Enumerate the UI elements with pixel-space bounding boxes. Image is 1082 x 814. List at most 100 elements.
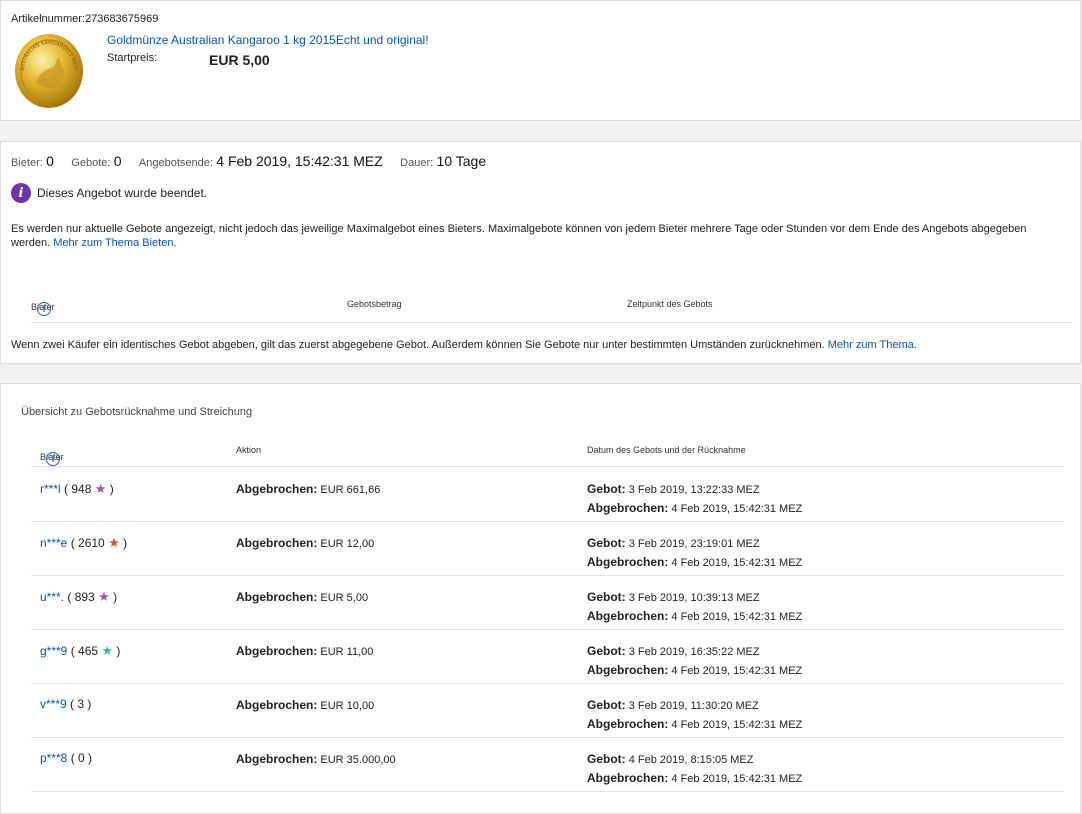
auction-stats: Bieter: 0 Gebote: 0 Angebotsende: 4 Feb … — [11, 153, 500, 169]
bid-amount: EUR 12,00 — [320, 538, 375, 550]
item-number: Artikelnummer:273683675969 — [11, 13, 158, 25]
bid-date: 4 Feb 2019, 8:15:05 MEZ — [628, 754, 754, 766]
bidder-link[interactable]: n***e — [40, 536, 67, 550]
feedback-score-value: 465 — [78, 644, 99, 658]
feedback-star-icon: ★ — [108, 535, 120, 550]
bid-date-label: Gebot: — [587, 536, 626, 550]
dates-cell: Gebot: 3 Feb 2019, 10:39:13 MEZ Abgebroch… — [587, 588, 802, 626]
retract-date-label: Abgebrochen: — [587, 771, 669, 785]
bid-date-line: Gebot: 3 Feb 2019, 11:30:20 MEZ — [587, 696, 802, 715]
bid-date-line: Gebot: 3 Feb 2019, 23:19:01 MEZ — [587, 534, 802, 553]
retract-date-line: Abgebrochen: 4 Feb 2019, 15:42:31 MEZ — [587, 769, 802, 788]
bid-date-label: Gebot: — [587, 698, 626, 712]
feedback-score-value: 3 — [77, 697, 85, 711]
bid-date-line: Gebot: 4 Feb 2019, 8:15:05 MEZ — [587, 750, 802, 769]
info-badge-icon: i — [11, 183, 31, 203]
identical-bid-note: Wenn zwei Käufer ein identisches Gebot a… — [11, 339, 917, 351]
more-about-bidding-link[interactable]: Mehr zum Thema Bieten. — [53, 237, 176, 249]
bids-count: 0 — [113, 153, 122, 169]
action-cell: Abgebrochen: EUR 35.000,00 — [236, 752, 396, 766]
bid-amount: EUR 10,00 — [320, 700, 375, 712]
bidders-count: 0 — [46, 153, 54, 169]
info-circle-icon[interactable]: i — [37, 302, 51, 316]
action-cell: Abgebrochen: EUR 11,00 — [236, 644, 373, 658]
feedback-star-icon: ★ — [94, 481, 107, 496]
feedback-score[interactable]: ( 948 ★ ) — [61, 481, 114, 496]
retract-date: 4 Feb 2019, 15:42:31 MEZ — [671, 719, 803, 731]
feedback-score[interactable]: ( 2610 ★ ) — [67, 535, 127, 550]
action-label: Abgebrochen: — [236, 752, 318, 766]
bid-date-line: Gebot: 3 Feb 2019, 13:22:33 MEZ — [587, 480, 802, 499]
retract-date-label: Abgebrochen: — [587, 501, 669, 515]
dates-cell: Gebot: 3 Feb 2019, 23:19:01 MEZ Abgebroch… — [587, 534, 802, 572]
retract-date-label: Abgebrochen: — [587, 663, 669, 677]
duration-label: Dauer: — [400, 157, 434, 169]
table-row: u***. ( 893 ★ ) Abgebrochen: EUR 5,00 Gebo… — [31, 575, 1063, 630]
retract-date-line: Abgebrochen: 4 Feb 2019, 15:42:31 MEZ — [587, 715, 802, 734]
duration-value: 10 Tage — [436, 153, 487, 169]
identical-bid-text: Wenn zwei Käufer ein identisches Gebot a… — [11, 339, 825, 351]
item-title-link[interactable]: Goldmünze Australian Kangaroo 1 kg 2015E… — [107, 33, 429, 47]
retraction-overview-card: Übersicht zu Gebotsrücknahme und Streich… — [0, 383, 1081, 814]
bid-date-label: Gebot: — [587, 644, 626, 658]
action-label: Abgebrochen: — [236, 590, 318, 604]
bidder-cell: v***9 ( 3 ) — [40, 697, 91, 711]
feedback-star-icon: ★ — [101, 643, 114, 658]
bidders-label: Bieter: — [11, 157, 43, 169]
table-row: n***e ( 2610 ★ ) Abgebrochen: EUR 12,00 Ge… — [31, 521, 1063, 576]
feedback-score[interactable]: ( 3 ) — [67, 697, 91, 711]
bid-date-label: Gebot: — [587, 590, 626, 604]
feedback-score[interactable]: ( 893 ★ ) — [64, 589, 117, 604]
bid-amount: EUR 661,66 — [320, 484, 381, 496]
col-time: Zeitpunkt des Gebots — [627, 299, 713, 309]
retract-date: 4 Feb 2019, 15:42:31 MEZ — [671, 773, 803, 785]
bid-amount: EUR 35.000,00 — [320, 754, 396, 766]
item-number-label: Artikelnummer: — [11, 13, 85, 25]
action-label: Abgebrochen: — [236, 482, 318, 496]
gold-coin-image[interactable]: AUSTRALIAN KANGAROO 1 KILO 2015 — [14, 31, 84, 109]
bidder-link[interactable]: v***9 — [40, 697, 67, 711]
info-circle-icon[interactable]: i — [46, 452, 60, 466]
feedback-score[interactable]: ( 465 ★ ) — [67, 643, 121, 658]
feedback-score-value: 893 — [74, 590, 95, 604]
retract-date: 4 Feb 2019, 15:42:31 MEZ — [671, 503, 803, 515]
dates-cell: Gebot: 3 Feb 2019, 13:22:33 MEZ Abgebroch… — [587, 480, 802, 518]
bidder-link[interactable]: r***l — [40, 482, 61, 496]
bid-amount: EUR 5,00 — [320, 592, 369, 604]
bidder-link[interactable]: p***8 — [40, 751, 67, 765]
start-price-label: Startpreis: — [107, 52, 158, 64]
bidder-cell: u***. ( 893 ★ ) — [40, 589, 117, 605]
col-amount: Gebotsbetrag — [347, 299, 402, 309]
dates-cell: Gebot: 3 Feb 2019, 11:30:20 MEZ Abgebroch… — [587, 696, 802, 734]
bid-date: 3 Feb 2019, 16:35:22 MEZ — [628, 646, 760, 658]
start-price-value: EUR 5,00 — [209, 52, 270, 68]
bids-table-header: Bieter i Gebotsbetrag Zeitpunkt des Gebot… — [31, 296, 1071, 323]
feedback-score-value: 0 — [78, 751, 85, 765]
feedback-score[interactable]: ( 0 ) — [67, 751, 92, 765]
retract-date-line: Abgebrochen: 4 Feb 2019, 15:42:31 MEZ — [587, 499, 802, 518]
bid-date: 3 Feb 2019, 13:22:33 MEZ — [628, 484, 760, 496]
feedback-star-icon: ★ — [98, 589, 110, 604]
bid-amount: EUR 11,00 — [320, 646, 374, 658]
table-row: g***9 ( 465 ★ ) Abgebrochen: EUR 11,00 Geb… — [31, 629, 1063, 684]
retract-date-label: Abgebrochen: — [587, 609, 669, 623]
bidder-cell: n***e ( 2610 ★ ) — [40, 535, 127, 551]
action-cell: Abgebrochen: EUR 10,00 — [236, 698, 374, 712]
bid-history-card: Bieter: 0 Gebote: 0 Angebotsende: 4 Feb … — [0, 141, 1081, 364]
bidder-link[interactable]: g***9 — [40, 644, 67, 658]
retraction-title: Übersicht zu Gebotsrücknahme und Streich… — [21, 406, 253, 418]
action-cell: Abgebrochen: EUR 12,00 — [236, 536, 374, 550]
ended-text: Dieses Angebot wurde beendet. — [37, 186, 208, 200]
bidder-cell: r***l ( 948 ★ ) — [40, 481, 114, 497]
more-about-topic-link[interactable]: Mehr zum Thema. — [828, 339, 917, 351]
end-value: 4 Feb 2019, 15:42:31 MEZ — [216, 153, 383, 169]
action-label: Abgebrochen: — [236, 698, 318, 712]
bidder-link[interactable]: u***. — [40, 590, 64, 604]
ended-notice: i Dieses Angebot wurde beendet. — [11, 183, 207, 203]
action-cell: Abgebrochen: EUR 5,00 — [236, 590, 368, 604]
table-row: p***8 ( 0 ) Abgebrochen: EUR 35.000,00 Geb… — [31, 737, 1063, 792]
retract-date: 4 Feb 2019, 15:42:31 MEZ — [671, 611, 803, 623]
retract-date-line: Abgebrochen: 4 Feb 2019, 15:42:31 MEZ — [587, 607, 802, 626]
bid-date: 3 Feb 2019, 10:39:13 MEZ — [628, 592, 760, 604]
retract-date: 4 Feb 2019, 15:42:31 MEZ — [671, 665, 803, 677]
